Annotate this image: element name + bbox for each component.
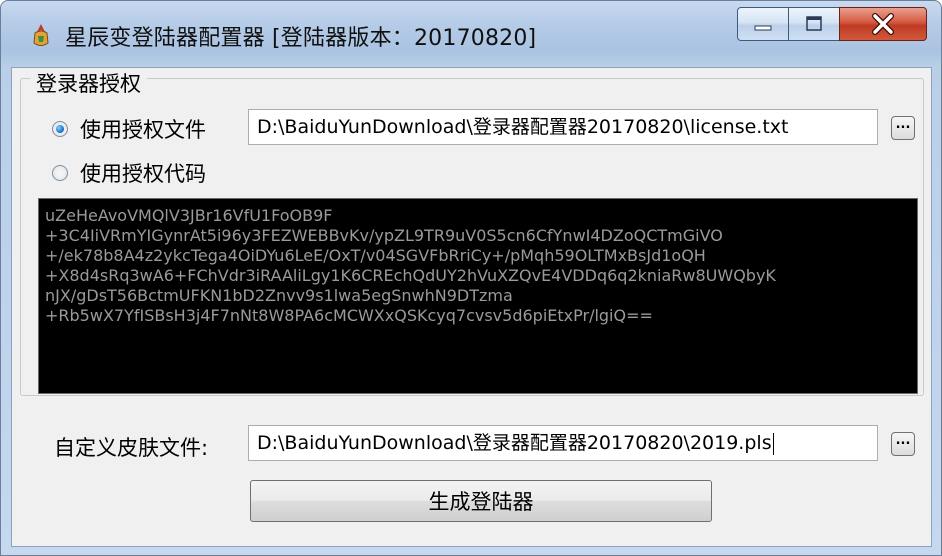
app-icon — [33, 24, 49, 46]
skin-browse-button[interactable]: ... — [891, 432, 915, 456]
window-title: 星辰变登陆器配置器 [登陆器版本：20170820] — [65, 26, 537, 51]
radio-use-license-code[interactable]: 使用授权代码 — [52, 158, 206, 188]
radio-license-file-label: 使用授权文件 — [80, 118, 206, 142]
code-line: nJX/gDsT56BctmUFKN1bD2Znvv9s1lwa5egSnwhN… — [45, 286, 513, 305]
skin-path-text: D:\BaiduYunDownload\登录器配置器20170820\2019.… — [257, 432, 772, 454]
code-line: +3C4IiVRmYIGynrAt5i96y3FEZWEBBvKv/ypZL9T… — [45, 226, 723, 245]
license-path-field[interactable]: D:\BaiduYunDownload\登录器配置器20170820\licen… — [248, 109, 878, 145]
skin-path-field[interactable]: D:\BaiduYunDownload\登录器配置器20170820\2019.… — [248, 425, 878, 461]
auth-group-title: 登录器授权 — [30, 68, 147, 98]
code-line: uZeHeAvoVMQlV3JBr16VfU1FoOB9F — [45, 206, 333, 225]
close-button[interactable] — [839, 7, 927, 41]
text-caret — [772, 432, 774, 455]
radio-checked-icon — [52, 121, 68, 137]
skin-file-label: 自定义皮肤文件: — [54, 436, 209, 460]
maximize-button[interactable] — [788, 7, 840, 41]
title-bar[interactable]: 星辰变登陆器配置器 [登陆器版本：20170820] — [1, 1, 941, 61]
radio-license-code-label: 使用授权代码 — [80, 162, 206, 186]
code-line: +/ek78b8A4z2ykcTega4OiDYu6LeE/OxT/v04SGV… — [45, 246, 706, 265]
license-code-textarea[interactable]: uZeHeAvoVMQlV3JBr16VfU1FoOB9F +3C4IiVRmY… — [38, 198, 918, 394]
radio-unchecked-icon — [52, 165, 68, 181]
maximize-icon — [789, 8, 839, 40]
license-browse-button[interactable]: ... — [891, 116, 915, 140]
generate-launcher-button[interactable]: 生成登陆器 — [250, 480, 712, 522]
code-line: +X8d4sRq3wA6+FChVdr3iRAAliLgy1K6CREchQdU… — [45, 266, 776, 285]
code-line: +Rb5wX7YfISBsH3j4F7nNt8W8PA6cMCWXxQSKcyq… — [45, 306, 653, 325]
radio-use-license-file[interactable]: 使用授权文件 — [52, 114, 206, 144]
minimize-button[interactable] — [737, 7, 789, 41]
minimize-icon — [738, 8, 788, 40]
close-icon — [840, 8, 926, 40]
